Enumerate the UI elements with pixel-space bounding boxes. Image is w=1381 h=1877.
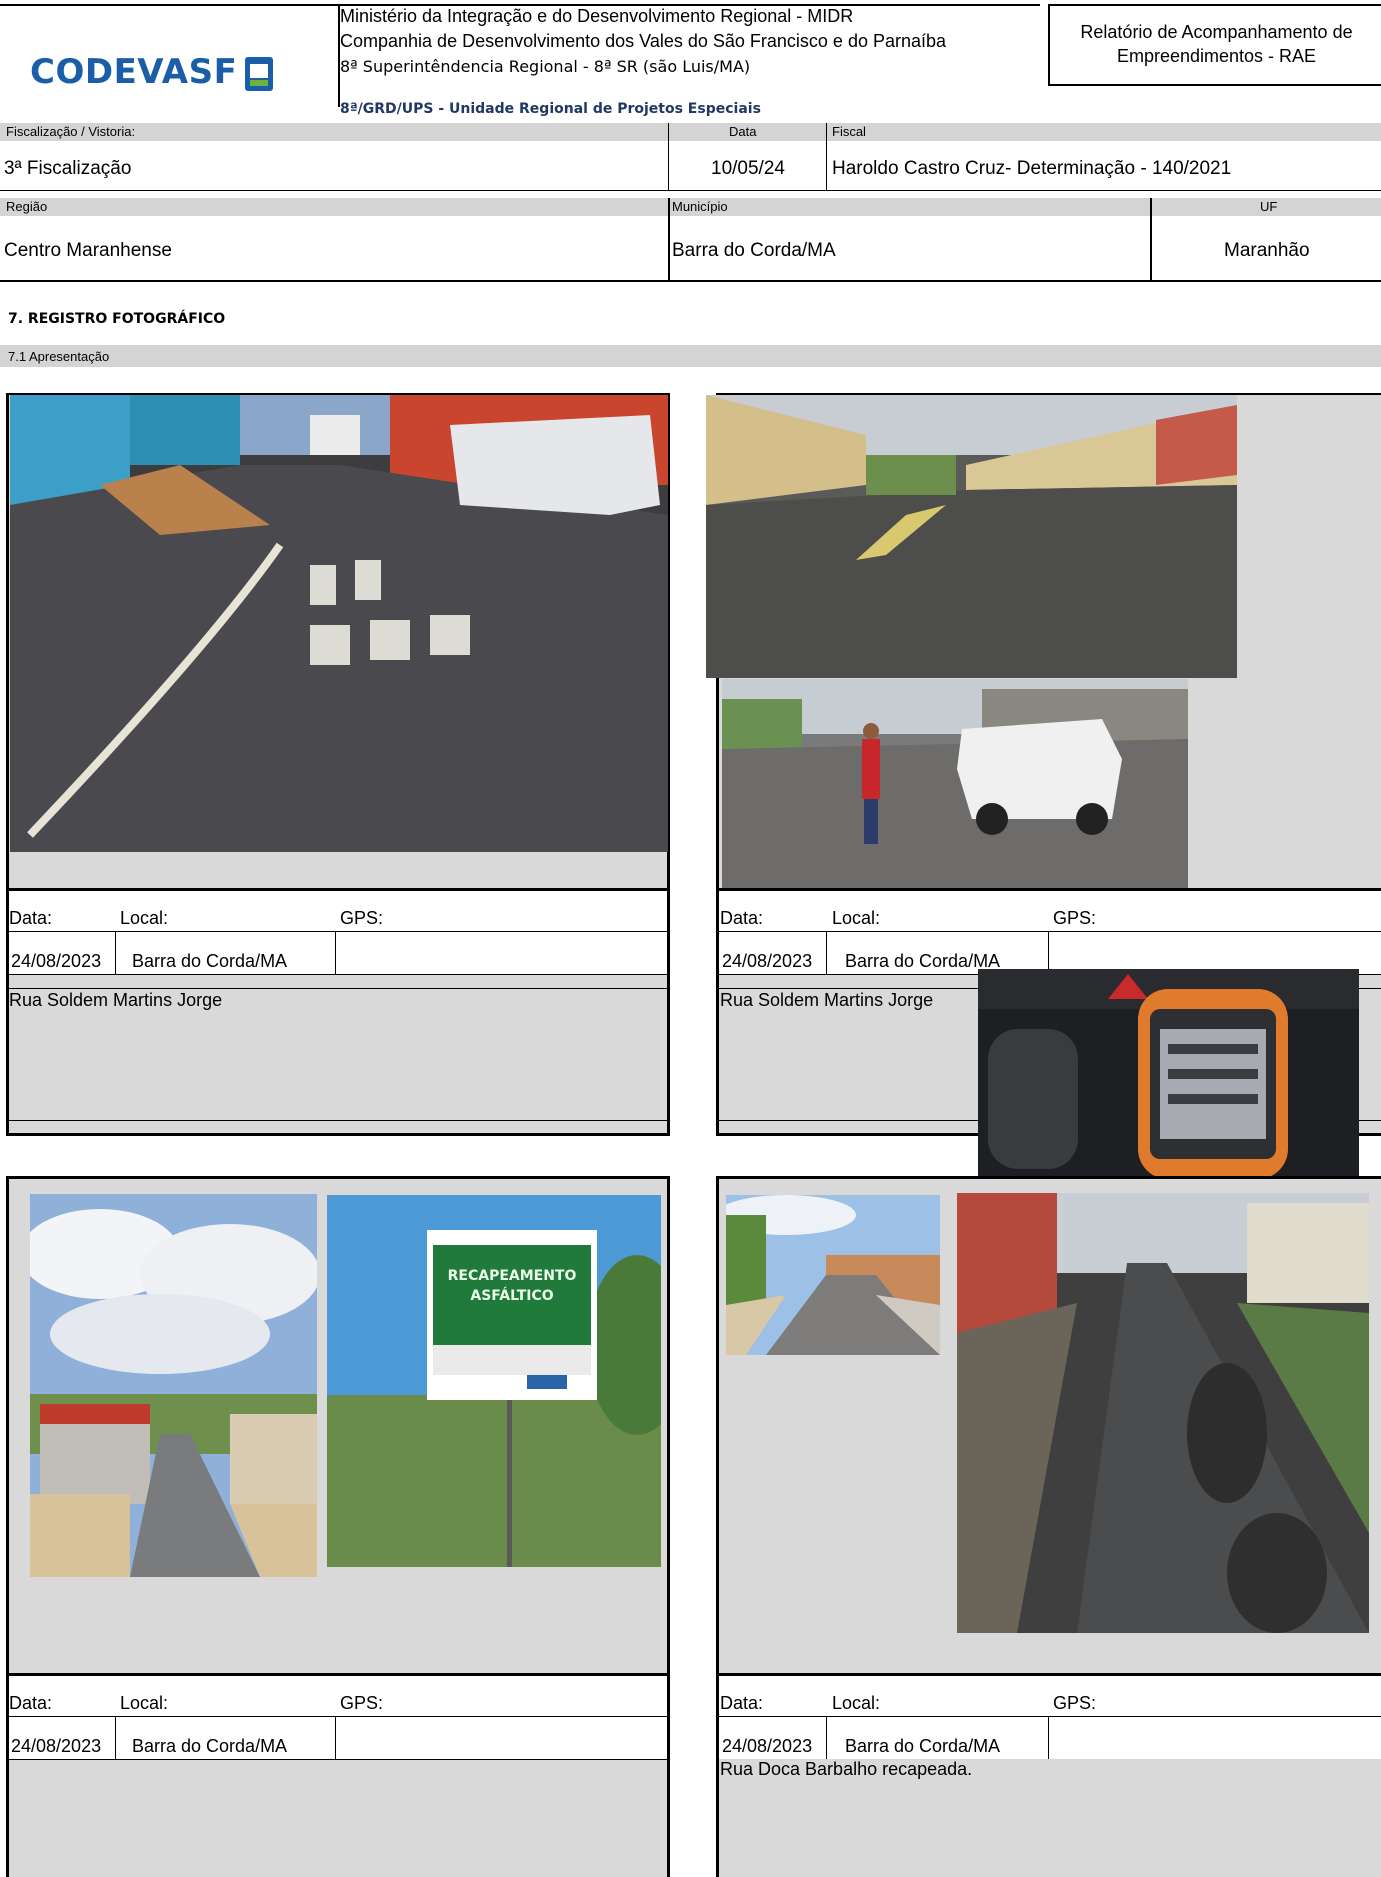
card-local-label: Local:: [120, 908, 169, 928]
cell-divider: [115, 931, 116, 974]
photo-street-paved: [726, 1195, 940, 1355]
cell-divider: [335, 931, 336, 974]
photo-inspector-street: [722, 679, 1188, 888]
row-divider: [0, 190, 1381, 191]
card-gps-label: GPS:: [340, 1693, 384, 1713]
report-title-line2: Empreendimentos - RAE: [1116, 46, 1317, 66]
regiao-label: Região: [6, 199, 48, 214]
municipio-value: Barra do Corda/MA: [672, 240, 836, 261]
value-row-bg: [719, 932, 1381, 974]
uf-value: Maranhão: [1224, 240, 1310, 261]
logo-text: CODEVASF: [30, 52, 238, 92]
photo-street-wet: [706, 395, 1237, 678]
report-title-line1: Relatório de Acompanhamento de: [1080, 22, 1353, 42]
card-date-label: Data:: [720, 908, 764, 928]
cell-divider: [668, 198, 670, 281]
cell-divider: [1048, 1716, 1049, 1759]
logo-emblem-icon: [245, 57, 273, 91]
card-gps-label: GPS:: [340, 908, 384, 928]
fiscal-label: Fiscal: [832, 124, 866, 139]
row-divider: [0, 280, 1381, 282]
card-local-value: Barra do Corda/MA: [132, 1736, 288, 1756]
card-local-value: Barra do Corda/MA: [132, 951, 288, 971]
card-caption: Rua Doca Barbalho recapeada.: [720, 1759, 973, 1779]
fiscalizacao-value: 3ª Fiscalização: [4, 158, 132, 179]
card-date-value: 24/08/2023: [11, 1736, 102, 1756]
card-divider: [6, 974, 670, 975]
card-gps-label: GPS:: [1053, 1693, 1097, 1713]
card-local-label: Local:: [120, 1693, 169, 1713]
codevasf-logo: CODEVASF: [30, 52, 273, 102]
label-row-bg: [9, 891, 667, 931]
card-date-label: Data:: [9, 908, 53, 928]
cell-divider: [1048, 931, 1049, 974]
report-title-box: Relatório de Acompanhamento de Empreendi…: [1048, 4, 1381, 86]
section-title: 7. REGISTRO FOTOGRÁFICO: [8, 311, 226, 327]
card-divider: [6, 1120, 670, 1121]
card-local-label: Local:: [832, 1693, 881, 1713]
cell-divider: [826, 931, 827, 974]
municipio-label: Município: [672, 199, 728, 214]
sign-text-line2: ASFÁLTICO: [470, 1287, 553, 1304]
value-row-bg: [9, 932, 667, 974]
cell-divider: [826, 123, 827, 190]
label-row-bg: [719, 1676, 1381, 1716]
value-row-bg: [9, 1717, 667, 1759]
regiao-value: Centro Maranhense: [4, 240, 172, 261]
subsection-title: 7.1 Apresentação: [8, 349, 110, 364]
data-label: Data: [729, 124, 757, 139]
card-border: [667, 1176, 670, 1877]
card-date-label: Data:: [9, 1693, 53, 1713]
label-row-bg: [9, 1676, 667, 1716]
card-border: [716, 1176, 719, 1877]
org-line-2: Companhia de Desenvolvimento dos Vales d…: [340, 31, 947, 51]
cell-divider: [115, 1716, 116, 1759]
card-date-label: Data:: [720, 1693, 764, 1713]
subsection-bar: [0, 345, 1381, 367]
card-divider: [6, 988, 670, 989]
card-border: [6, 1176, 9, 1877]
fiscalizacao-label: Fiscalização / Vistoria:: [6, 124, 136, 139]
card-local-value: Barra do Corda/MA: [845, 1736, 1001, 1756]
info-label-bar-1: [0, 123, 1381, 141]
card-divider: [6, 1759, 670, 1760]
card-border: [6, 1176, 670, 1179]
unit-line: 8ª/GRD/UPS - Unidade Regional de Projeto…: [340, 101, 761, 117]
org-line-1: Ministério da Integração e do Desenvolvi…: [340, 6, 854, 26]
label-row-bg: [719, 891, 1381, 931]
value-row-bg: [719, 1717, 1381, 1759]
card-date-value: 24/08/2023: [722, 1736, 813, 1756]
card-border: [6, 1133, 670, 1136]
card-gps-label: GPS:: [1053, 908, 1097, 928]
card-local-label: Local:: [832, 908, 881, 928]
org-line-3: 8ª Superintêndencia Regional - 8ª SR (sã…: [340, 57, 751, 76]
fiscal-value: Haroldo Castro Cruz- Determinação - 140/…: [832, 158, 1232, 179]
card-date-value: 24/08/2023: [722, 951, 813, 971]
card-caption: Rua Soldem Martins Jorge: [720, 990, 934, 1010]
uf-label: UF: [1260, 199, 1278, 214]
photo-street-corner: [30, 1194, 317, 1577]
cell-divider: [826, 1716, 827, 1759]
card-border: [716, 1176, 1381, 1179]
card-border: [6, 393, 9, 1135]
data-value: 10/05/24: [711, 158, 785, 179]
card-local-value: Barra do Corda/MA: [845, 951, 1001, 971]
card-date-value: 24/08/2023: [11, 951, 102, 971]
cell-divider: [1150, 198, 1152, 281]
card-caption: Rua Soldem Martins Jorge: [9, 990, 223, 1010]
photo-street-resurfaced: [957, 1193, 1369, 1633]
cell-divider: [335, 1716, 336, 1759]
sign-text-line1: RECAPEAMENTO: [448, 1268, 577, 1284]
cell-divider: [668, 123, 669, 190]
photo-street-flooded: [10, 395, 668, 852]
photo-project-sign: RECAPEAMENTO ASFÁLTICO: [327, 1195, 661, 1567]
photo-gps-device: [978, 969, 1359, 1179]
